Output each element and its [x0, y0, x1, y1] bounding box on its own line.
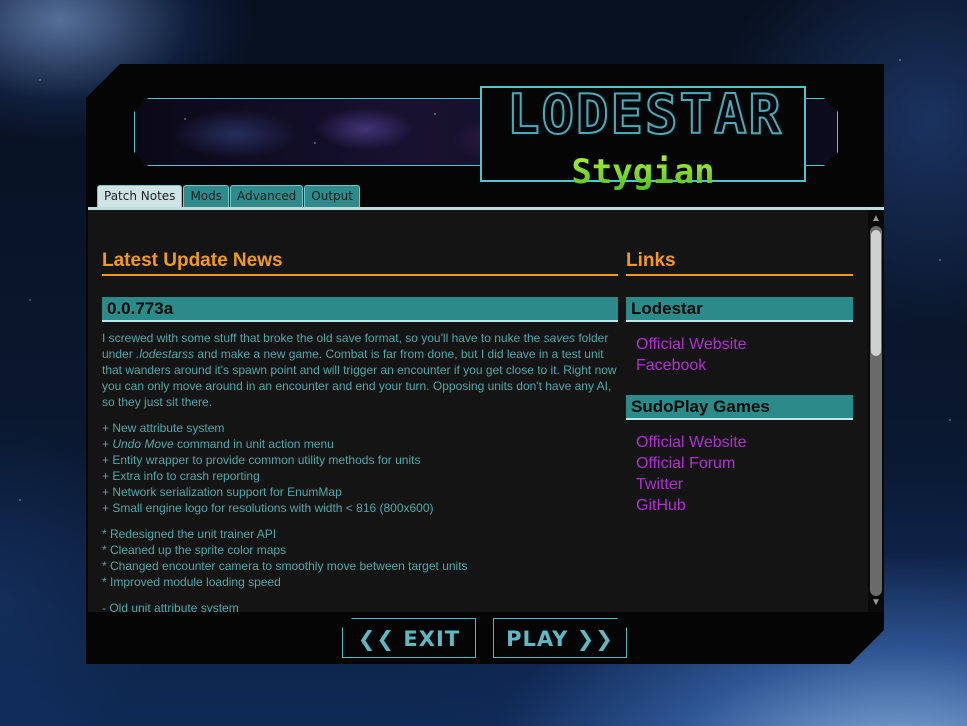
list-item: + Network serialization support for Enum…: [102, 485, 342, 499]
logo-title: LODESTAR: [506, 83, 784, 146]
link-lodestar-facebook[interactable]: Facebook: [636, 355, 853, 376]
scroll-up-arrow-icon[interactable]: ▲: [868, 212, 884, 226]
news-heading: Latest Update News: [102, 248, 618, 276]
additions-list: + New attribute system + Undo Move comma…: [102, 420, 618, 516]
link-sudoplay-website[interactable]: Official Website: [636, 432, 853, 453]
exit-button[interactable]: ❮❮ EXIT: [342, 618, 476, 658]
list-item: + Entity wrapper to provide common utili…: [102, 453, 421, 467]
list-item: * Changed encounter camera to smoothly m…: [102, 559, 468, 573]
links-group-lodestar: Lodestar: [626, 297, 853, 322]
changes-list: * Redesigned the unit trainer API * Clea…: [102, 526, 618, 590]
tab-patch-notes[interactable]: Patch Notes: [97, 185, 183, 209]
play-button[interactable]: PLAY ❯❯: [493, 618, 627, 658]
link-sudoplay-twitter[interactable]: Twitter: [636, 474, 853, 495]
sudoplay-links: Official Website Official Forum Twitter …: [626, 432, 853, 516]
tab-advanced[interactable]: Advanced: [230, 185, 304, 207]
news-column: Latest Update News 0.0.773a I screwed wi…: [102, 248, 618, 612]
links-column: Links Lodestar Official Website Facebook…: [626, 248, 853, 516]
link-sudoplay-github[interactable]: GitHub: [636, 495, 853, 516]
removals-list: - Old unit attribute system: [102, 600, 618, 612]
scroll-track[interactable]: [870, 226, 882, 596]
list-item: * Cleaned up the sprite color maps: [102, 543, 287, 557]
version-heading: 0.0.773a: [102, 297, 618, 322]
list-item: + Extra info to crash reporting: [102, 469, 260, 483]
links-group-sudoplay: SudoPlay Games: [626, 395, 853, 420]
scroll-down-arrow-icon[interactable]: ▼: [868, 596, 884, 610]
list-item: * Improved module loading speed: [102, 575, 281, 589]
intro-paragraph: I screwed with some stuff that broke the…: [102, 331, 617, 409]
list-item: - Old unit attribute system: [102, 601, 239, 612]
list-item: * Redesigned the unit trainer API: [102, 527, 277, 541]
tab-output[interactable]: Output: [304, 185, 360, 207]
list-item: + New attribute system: [102, 421, 225, 435]
logo-subtitle: Stygian Skies: [512, 152, 774, 232]
tab-bar: Patch Notes Mods Advanced Output: [97, 185, 360, 209]
lodestar-links: Official Website Facebook: [626, 334, 853, 376]
links-heading: Links: [626, 248, 853, 276]
link-lodestar-website[interactable]: Official Website: [636, 334, 853, 355]
content-scrollbar[interactable]: ▲ ▼: [868, 210, 884, 612]
patch-notes-panel[interactable]: Latest Update News 0.0.773a I screwed wi…: [88, 210, 868, 612]
list-item: + Undo Move command in unit action menu: [102, 437, 334, 451]
scroll-thumb[interactable]: [871, 230, 881, 356]
tab-mods[interactable]: Mods: [183, 185, 230, 207]
list-item: + Small engine logo for resolutions with…: [102, 501, 434, 515]
link-sudoplay-forum[interactable]: Official Forum: [636, 453, 853, 474]
